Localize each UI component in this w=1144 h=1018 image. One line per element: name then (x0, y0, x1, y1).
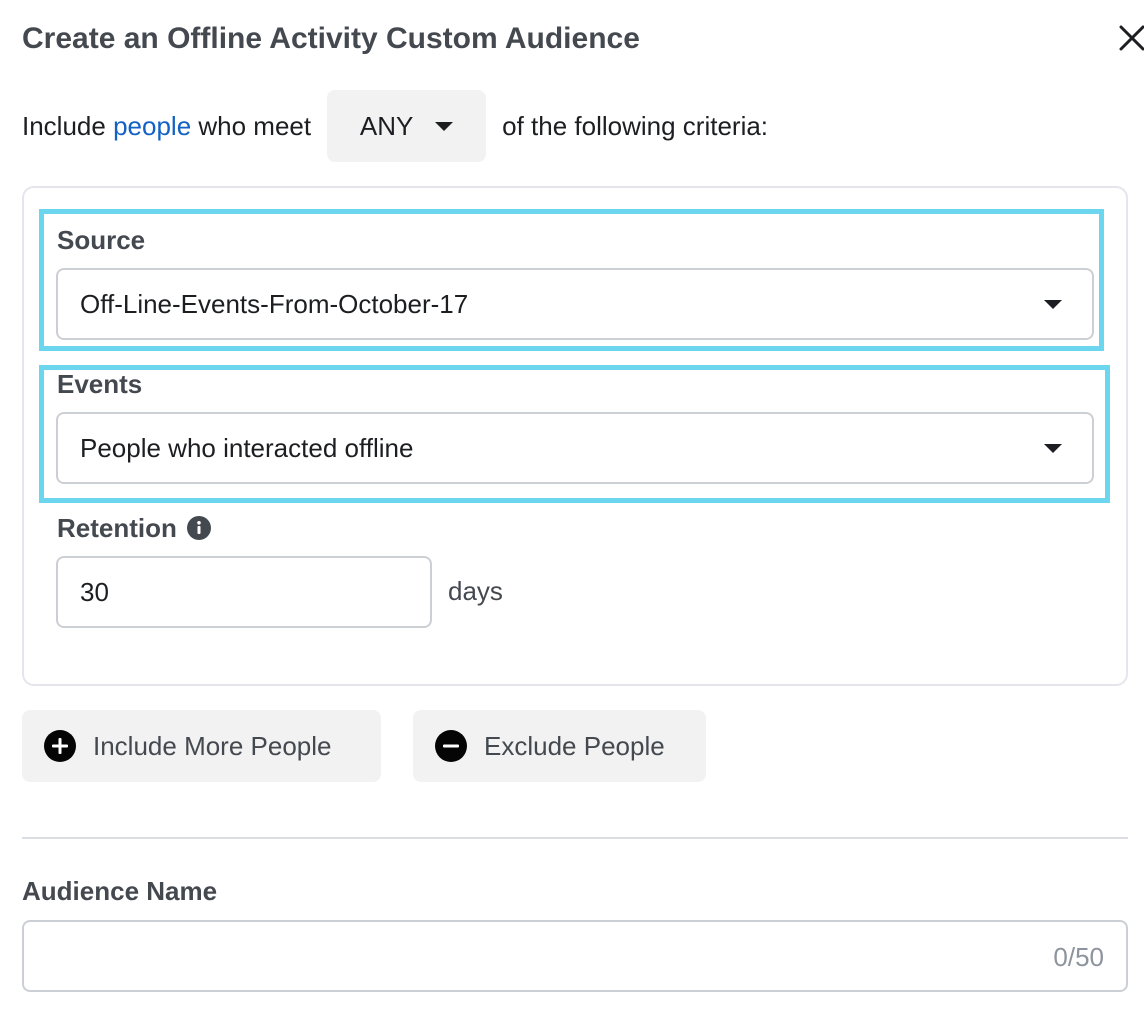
criteria-suffix: of the following criteria: (502, 110, 769, 141)
source-value: Off-Line-Events-From-October-17 (80, 288, 469, 319)
close-icon (1119, 25, 1144, 51)
retention-label: Retention (57, 513, 177, 543)
close-button[interactable] (1112, 18, 1144, 58)
exclude-people-button[interactable]: Exclude People (413, 710, 706, 782)
caret-down-icon (1044, 300, 1062, 309)
exclude-people-label: Exclude People (484, 730, 665, 761)
caret-down-icon (435, 121, 454, 131)
audience-name-label: Audience Name (22, 876, 218, 906)
caret-down-icon (1044, 444, 1062, 453)
events-select[interactable]: People who interacted offline (56, 412, 1094, 484)
character-counter: 0/50 (1053, 942, 1104, 972)
criteria-middle: who meet (198, 110, 312, 141)
events-label: Events (57, 369, 143, 399)
source-select[interactable]: Off-Line-Events-From-October-17 (56, 268, 1094, 340)
plus-circle-icon (44, 730, 76, 762)
retention-input[interactable] (56, 556, 432, 628)
criteria-prefix: Include (22, 110, 106, 141)
retention-label-row: Retention (57, 512, 211, 544)
audience-name-input[interactable] (24, 922, 984, 990)
dialog-title: Create an Offline Activity Custom Audien… (22, 22, 640, 55)
events-value: People who interacted offline (80, 432, 414, 463)
include-more-people-button[interactable]: Include More People (22, 710, 381, 782)
people-link[interactable]: people (113, 111, 191, 142)
minus-circle-icon (435, 730, 467, 762)
match-type-dropdown[interactable]: ANY (327, 90, 487, 162)
section-divider (22, 837, 1128, 839)
retention-unit: days (448, 576, 503, 606)
criteria-sentence: Include people who meet ANY of the follo… (22, 90, 768, 162)
info-icon[interactable] (186, 515, 211, 541)
match-type-value: ANY (359, 110, 414, 141)
audience-name-field: 0/50 (22, 920, 1128, 992)
source-label: Source (57, 225, 146, 255)
include-more-people-label: Include More People (93, 730, 332, 761)
